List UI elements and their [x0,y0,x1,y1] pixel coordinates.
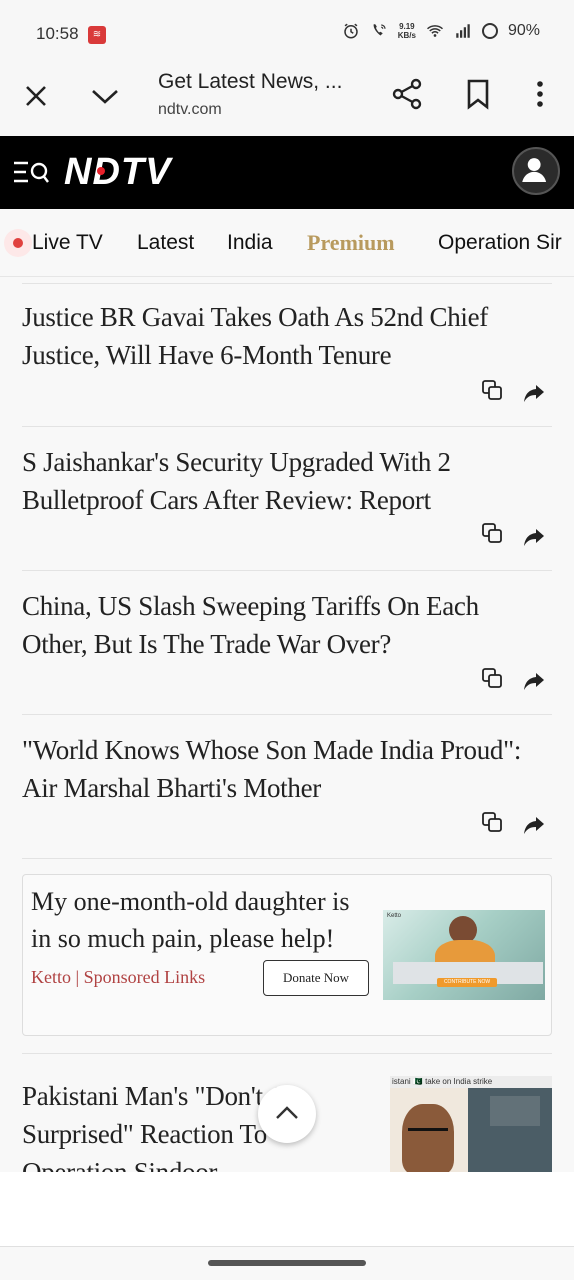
site-header: NDTV [0,136,574,209]
signal-icon [456,24,470,38]
nav-india[interactable]: India [227,231,273,255]
sponsored-image[interactable]: Ketto CONTRIBUTE NOW [383,910,545,1000]
ketto-brand: Ketto [387,913,402,919]
battery-level: 90% [507,22,540,39]
home-gesture-pill[interactable] [208,1260,366,1266]
live-indicator-icon [4,229,32,257]
section-nav: Live TV Latest India Premium Operation S… [0,209,574,277]
custom-tab-toolbar: Get Latest News, ... ndtv.com [0,66,574,136]
menu-search-icon[interactable] [14,160,50,186]
bookmark-icon[interactable] [465,78,491,110]
contribute-now-label: CONTRIBUTE NOW [437,978,497,987]
divider [22,570,552,571]
sponsored-title[interactable]: My one-month-old daughter is in so much … [31,883,371,957]
page-title[interactable]: Get Latest News, ... [158,70,342,94]
scroll-to-top-button[interactable] [258,1085,316,1143]
article-headline[interactable]: China, US Slash Sweeping Tariffs On Each… [22,587,542,663]
article-headline[interactable]: Pakistani Man's "Don't Act Surprised" Re… [22,1077,372,1172]
more-vert-icon[interactable] [532,78,548,110]
nav-operation-sindoor[interactable]: Operation Sir [438,231,562,255]
logo-red-dot [97,167,105,175]
article-headline[interactable]: "World Knows Whose Son Made India Proud"… [22,731,542,807]
divider [22,858,552,859]
copy-link-icon[interactable] [481,522,503,544]
thumb-caption: istani 🇵🇰 take on India strike [390,1076,552,1088]
sponsored-source: Ketto | Sponsored Links [31,967,206,987]
user-avatar-icon[interactable] [512,147,560,195]
nav-latest[interactable]: Latest [137,231,194,255]
copy-link-icon[interactable] [481,811,503,833]
status-icons: 9.19 KB/s 90% [342,22,540,40]
share-icon[interactable] [392,78,422,110]
share-arrow-icon[interactable] [523,382,545,404]
share-arrow-icon[interactable] [523,670,545,692]
article-thumbnail[interactable]: istani 🇵🇰 take on India strike [390,1076,552,1172]
page-url[interactable]: ndtv.com [158,101,222,119]
close-icon[interactable] [22,82,50,110]
article-headline[interactable]: S Jaishankar's Security Upgraded With 2 … [22,443,542,519]
battery-icon [481,23,498,39]
donate-now-button[interactable]: Donate Now [263,960,369,996]
divider [22,714,552,715]
share-arrow-icon[interactable] [523,814,545,836]
nav-live-tv[interactable]: Live TV [32,231,103,255]
divider [22,426,552,427]
divider [22,283,552,284]
nav-premium[interactable]: Premium [307,230,395,256]
ndtv-logo[interactable]: NDTV [64,151,171,194]
sponsored-card[interactable]: My one-month-old daughter is in so much … [22,874,552,1036]
divider [22,1053,552,1054]
system-nav-bar [0,1246,574,1280]
wifi-call-icon [373,24,386,36]
status-time: 10:58 [36,24,79,43]
chevron-down-icon[interactable] [90,82,120,110]
copy-link-icon[interactable] [481,379,503,401]
article-headline[interactable]: Justice BR Gavai Takes Oath As 52nd Chie… [22,298,542,374]
network-speed: 9.19 KB/s [397,22,416,40]
share-arrow-icon[interactable] [523,526,545,548]
status-bar: 10:58 ≋ 9.19 KB/s 90% [0,0,574,66]
wifi-icon [426,25,443,37]
chevron-up-icon [276,1106,298,1119]
copy-link-icon[interactable] [481,667,503,689]
notification-app-icon: ≋ [88,26,106,44]
alarm-icon [343,23,358,39]
bottom-blank-area [0,1172,574,1246]
